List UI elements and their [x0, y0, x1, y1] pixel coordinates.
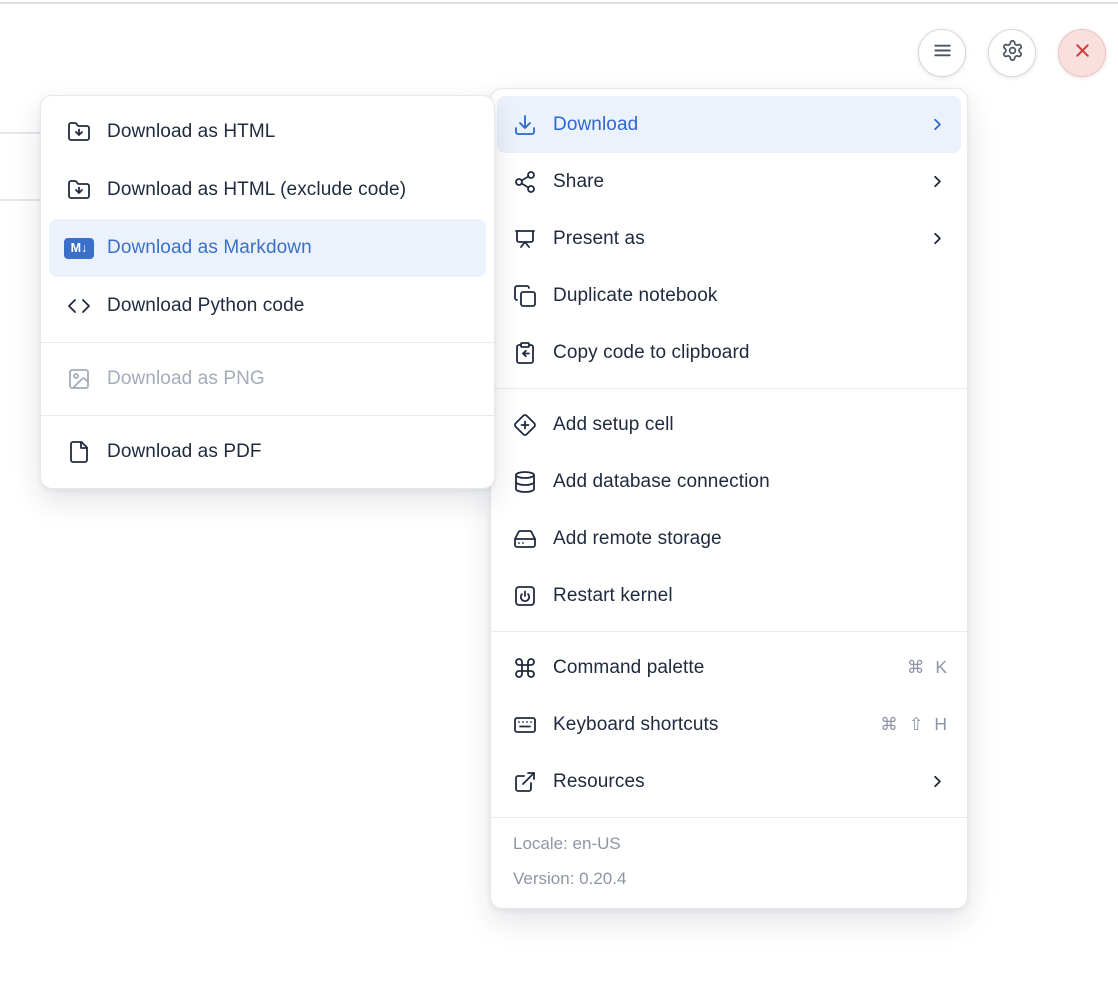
code-icon	[67, 294, 91, 318]
menu-item-label: Add remote storage	[553, 528, 947, 550]
menu-item-command-palette[interactable]: Command palette ⌘ K	[491, 639, 967, 696]
notebook-menu-button[interactable]	[918, 29, 966, 77]
menu-item-label: Duplicate notebook	[553, 285, 947, 307]
menu-item-label: Restart kernel	[553, 585, 947, 607]
menu-item-label: Present as	[553, 228, 911, 250]
power-square-icon	[513, 584, 537, 608]
menu-item-download-python-code[interactable]: Download Python code	[41, 277, 494, 335]
menu-item-download-png[interactable]: Download as PNG	[41, 350, 494, 408]
database-icon	[513, 470, 537, 494]
download-icon	[513, 113, 537, 137]
image-icon	[67, 367, 91, 391]
menu-item-add-setup-cell[interactable]: Add setup cell	[491, 396, 967, 453]
menu-item-download-html[interactable]: Download as HTML	[41, 103, 494, 161]
share-icon	[513, 170, 537, 194]
download-submenu: Download as HTML Download as HTML (exclu…	[40, 95, 495, 489]
settings-button[interactable]	[988, 29, 1036, 77]
menu-item-label: Download as HTML (exclude code)	[107, 179, 474, 201]
background-rule-line	[0, 199, 40, 201]
copy-icon	[513, 284, 537, 308]
menu-item-label: Command palette	[553, 657, 891, 679]
menu-item-label: Add database connection	[553, 471, 947, 493]
chevron-right-icon	[927, 115, 947, 134]
folder-down-icon	[67, 120, 91, 144]
chevron-right-icon	[927, 772, 947, 791]
menu-item-label: Download	[553, 114, 911, 136]
locale-text: Locale: en-US	[513, 826, 945, 861]
menu-item-label: Download as PNG	[107, 368, 474, 390]
menu-item-label: Add setup cell	[553, 414, 947, 436]
external-link-icon	[513, 770, 537, 794]
background-rule-line	[0, 132, 40, 134]
menu-item-resources[interactable]: Resources	[491, 753, 967, 810]
shortcut-hint: ⌘ ⇧ H	[880, 714, 947, 735]
key-cmd: ⌘	[907, 657, 925, 678]
menu-item-label: Share	[553, 171, 911, 193]
menu-item-present-as[interactable]: Present as	[491, 210, 967, 267]
menu-item-label: Resources	[553, 771, 911, 793]
notebook-action-toolbar	[918, 29, 1106, 77]
menu-item-download[interactable]: Download	[497, 96, 961, 153]
menu-item-duplicate-notebook[interactable]: Duplicate notebook	[491, 267, 967, 324]
close-x-icon	[1071, 39, 1094, 67]
menu-item-add-database-connection[interactable]: Add database connection	[491, 453, 967, 510]
menu-item-restart-kernel[interactable]: Restart kernel	[491, 567, 967, 624]
page-top-border	[0, 2, 1118, 4]
hard-drive-icon	[513, 527, 537, 551]
keyboard-icon	[513, 713, 537, 737]
version-text: Version: 0.20.4	[513, 861, 945, 896]
menu-item-label: Download as HTML	[107, 121, 474, 143]
command-icon	[513, 656, 537, 680]
menu-item-label: Download as Markdown	[107, 237, 472, 259]
menu-item-add-remote-storage[interactable]: Add remote storage	[491, 510, 967, 567]
shutdown-button[interactable]	[1058, 29, 1106, 77]
menu-item-download-markdown[interactable]: M↓ Download as Markdown	[49, 219, 486, 277]
diamond-plus-icon	[513, 413, 537, 437]
menu-item-keyboard-shortcuts[interactable]: Keyboard shortcuts ⌘ ⇧ H	[491, 696, 967, 753]
menu-item-label: Download Python code	[107, 295, 474, 317]
key-cmd: ⌘	[880, 714, 898, 735]
menu-item-label: Keyboard shortcuts	[553, 714, 864, 736]
file-icon	[67, 440, 91, 464]
hamburger-icon	[931, 39, 954, 67]
menu-item-download-html-exclude-code[interactable]: Download as HTML (exclude code)	[41, 161, 494, 219]
markdown-badge-icon: M↓	[64, 238, 94, 259]
menu-item-label: Copy code to clipboard	[553, 342, 947, 364]
notebook-menu-dropdown: Download Share Present as	[490, 88, 968, 909]
key-h: H	[934, 714, 947, 735]
folder-down-icon	[67, 178, 91, 202]
presentation-icon	[513, 227, 537, 251]
key-shift: ⇧	[909, 714, 924, 735]
menu-item-share[interactable]: Share	[491, 153, 967, 210]
menu-footer: Locale: en-US Version: 0.20.4	[491, 818, 967, 908]
gear-icon	[1001, 39, 1024, 67]
menu-item-label: Download as PDF	[107, 441, 474, 463]
clipboard-copy-icon	[513, 341, 537, 365]
chevron-right-icon	[927, 172, 947, 191]
chevron-right-icon	[927, 229, 947, 248]
menu-item-download-pdf[interactable]: Download as PDF	[41, 423, 494, 481]
key-k: K	[935, 657, 947, 678]
shortcut-hint: ⌘ K	[907, 657, 947, 678]
menu-item-copy-code[interactable]: Copy code to clipboard	[491, 324, 967, 381]
